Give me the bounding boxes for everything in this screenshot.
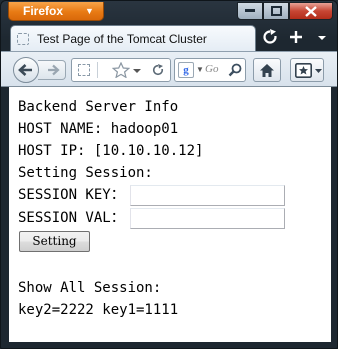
- reload-icon[interactable]: [152, 64, 164, 76]
- plus-icon: [290, 31, 302, 43]
- home-button[interactable]: [253, 58, 281, 82]
- address-separator: [97, 62, 98, 78]
- firefox-menu-button[interactable]: Firefox ▼: [8, 2, 104, 21]
- refresh-icon: [263, 28, 277, 44]
- forward-button[interactable]: [38, 60, 66, 80]
- tab-actions: [260, 27, 332, 49]
- history-dropdown-icon[interactable]: [133, 68, 141, 74]
- bookmarks-button[interactable]: [290, 58, 324, 82]
- new-tab-button[interactable]: [286, 27, 306, 49]
- arrow-right-icon: [48, 64, 60, 76]
- session-val-label: SESSION VAL：: [18, 210, 125, 226]
- search-icon[interactable]: [228, 63, 242, 77]
- chevron-down-icon: ▼: [196, 65, 204, 74]
- session-key-label: SESSION KEY：: [18, 187, 125, 203]
- session-val-input[interactable]: [130, 208, 285, 229]
- close-icon: [305, 5, 317, 17]
- maximize-icon: [270, 6, 282, 16]
- host-ip-line: HOST IP: [10.10.10.12]: [18, 143, 204, 159]
- page-favicon-icon: [17, 33, 29, 45]
- show-all-session-heading: Show All Session:: [18, 280, 162, 296]
- host-name-line: HOST NAME: hadoop01: [18, 121, 179, 137]
- chevron-down-icon: [318, 36, 326, 40]
- chevron-down-icon: ▼: [85, 6, 94, 16]
- address-bar[interactable]: [71, 58, 171, 82]
- page-content: Backend Server Info HOST NAME: hadoop01 …: [9, 87, 331, 342]
- search-box[interactable]: g ▼ Go: [174, 58, 246, 82]
- back-button[interactable]: [13, 57, 39, 83]
- sessions-list: key2=2222 key1=1111: [18, 302, 179, 318]
- tab-title: Test Page of the Tomcat Cluster: [37, 32, 207, 46]
- window-controls: [237, 2, 333, 21]
- tab-tomcat-test-page[interactable]: Test Page of the Tomcat Cluster: [10, 25, 256, 52]
- bookmark-star-icon[interactable]: [112, 62, 130, 78]
- minimize-icon: [245, 9, 255, 12]
- search-placeholder: Go: [205, 63, 219, 75]
- setting-session-heading: Setting Session:: [18, 165, 153, 181]
- bookmarks-icon: [295, 63, 312, 78]
- reload-tab-button[interactable]: [260, 27, 280, 50]
- close-window-button[interactable]: [289, 2, 333, 20]
- arrow-left-icon: [18, 64, 32, 76]
- firefox-menu-label: Firefox: [23, 4, 64, 18]
- session-key-input[interactable]: [130, 185, 285, 206]
- tab-list-button[interactable]: [312, 29, 332, 47]
- browser-window: Firefox ▼ Test Page of the Tomcat Cluste…: [0, 0, 338, 349]
- tab-strip: Test Page of the Tomcat Cluster: [1, 25, 337, 52]
- site-identity-icon: [78, 64, 90, 76]
- title-bar: Firefox ▼: [1, 1, 337, 27]
- minimize-button[interactable]: [237, 2, 263, 20]
- search-engine-icon[interactable]: g: [178, 62, 194, 78]
- chevron-down-icon: [315, 69, 322, 73]
- navigation-toolbar: g ▼ Go: [1, 51, 337, 87]
- maximize-button[interactable]: [263, 2, 289, 20]
- backend-server-heading: Backend Server Info: [18, 99, 179, 115]
- home-icon: [260, 64, 274, 77]
- setting-button[interactable]: Setting: [19, 231, 90, 252]
